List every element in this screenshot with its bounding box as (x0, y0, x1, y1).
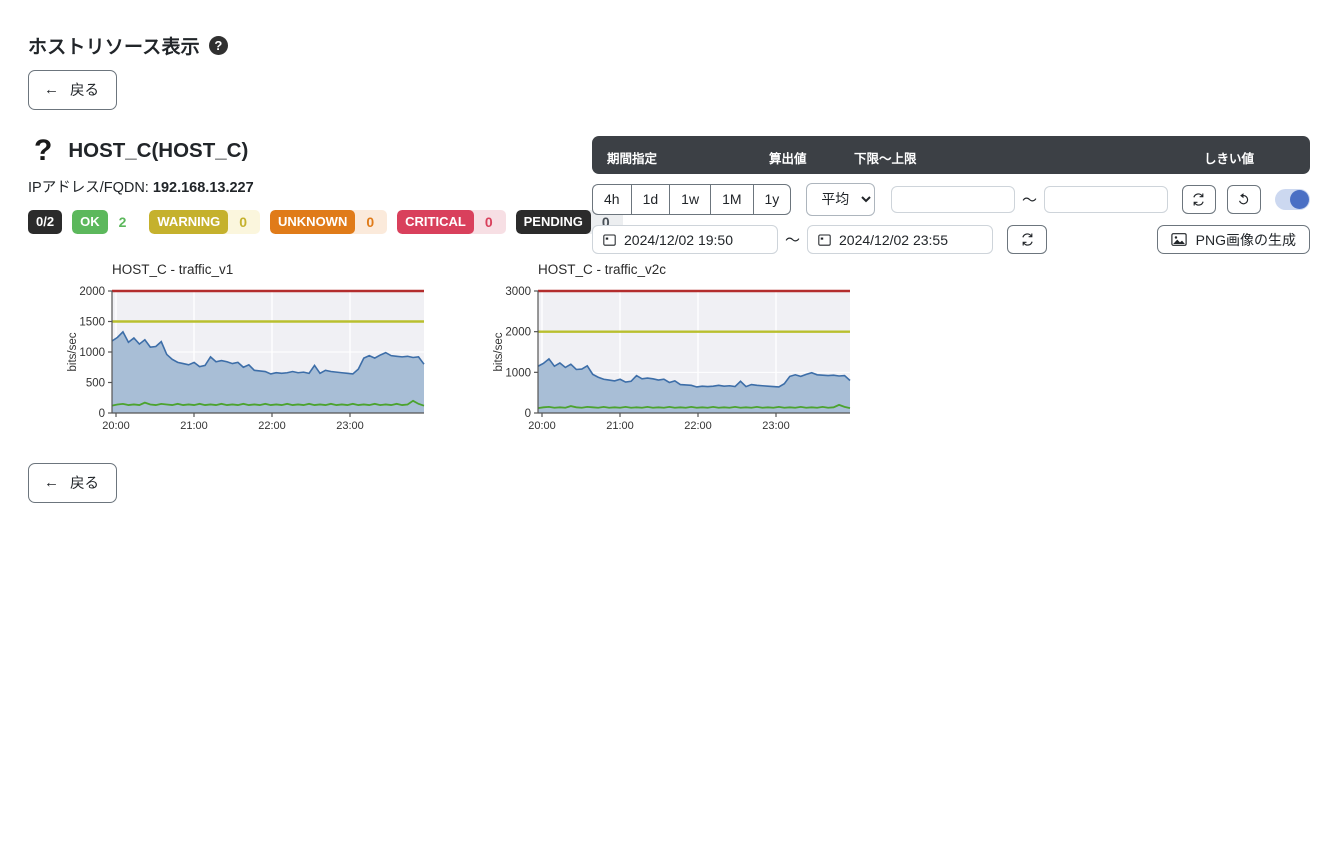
limit-lower-input[interactable] (890, 186, 1015, 213)
chart-title: HOST_C - traffic_v2c (538, 262, 667, 277)
refresh-button[interactable] (1182, 185, 1216, 214)
date-from-input[interactable]: 2024/12/02 19:50 (592, 225, 778, 254)
status-ratio-value: 0/2 (36, 214, 55, 229)
undo-icon (1239, 193, 1249, 205)
host-ip-row: IPアドレス/FQDN: 192.168.13.227 (28, 176, 254, 197)
status-warning-label: WARNING (149, 210, 229, 234)
host-ip-value: 192.168.13.227 (152, 180, 254, 196)
threshold-toggle[interactable] (1274, 189, 1311, 210)
host-heading: ? HOST_C(HOST_C) (28, 136, 248, 166)
refresh-icon (1193, 193, 1205, 206)
status-badge-warning[interactable]: WARNING 0 (149, 210, 261, 234)
date-from-value: 2024/12/02 19:50 (624, 231, 733, 248)
arrow-left-icon: ← (44, 81, 59, 98)
chart-title: HOST_C - traffic_v1 (112, 262, 234, 277)
svg-text:2000: 2000 (505, 327, 531, 339)
header-label-calc-value: 算出値 (769, 152, 807, 166)
calc-value-select[interactable]: 平均 (806, 183, 875, 216)
status-badge-ok[interactable]: OK 2 (72, 210, 139, 234)
time-range-1d[interactable]: 1d (630, 184, 670, 215)
page-title: ホストリソース表示 (28, 37, 200, 58)
status-ok-label: OK (72, 210, 108, 234)
status-badges: 0/2 OK 2 WARNING 0 UNKNOWN 0 CRITICAL 0 … (28, 210, 633, 234)
status-pending-label: PENDING (515, 210, 591, 234)
refresh-icon (1021, 233, 1033, 246)
back-button-top[interactable]: ← 戻る (28, 70, 117, 110)
date-refresh-button[interactable] (1007, 225, 1048, 254)
generate-png-label: PNG画像の生成 (1195, 231, 1296, 248)
svg-text:3000: 3000 (505, 286, 531, 298)
control-row-dates: 2024/12/02 19:50 〜 2024/12/02 23:55 PNG画… (592, 225, 1310, 254)
reset-button[interactable] (1226, 185, 1261, 214)
limit-separator: 〜 (1021, 192, 1037, 209)
chart-canvas: 0 1000 2000 3000 20:00 21:00 22:00 23:00 bits/se… (493, 286, 851, 432)
svg-text:22:00: 22:00 (684, 420, 712, 432)
back-button-bottom[interactable]: ← 戻る (28, 463, 117, 503)
header-label-period: 期間指定 (607, 152, 658, 166)
image-icon (1170, 233, 1187, 246)
chart-traffic-v2c: HOST_C - traffic_v2c 0 1000 2000 3000 20:00 2… (488, 262, 858, 456)
status-critical-label: CRITICAL (397, 210, 474, 234)
date-to-value: 2024/12/02 23:55 (839, 231, 949, 248)
status-badge-unknown[interactable]: UNKNOWN 0 (270, 210, 388, 234)
back-button-label: 戻る (70, 83, 99, 99)
svg-text:bits/sec: bits/sec (493, 332, 505, 371)
calendar-icon (603, 234, 616, 246)
control-panel-header: 期間指定 算出値 下限〜上限 しきい値 (592, 136, 1310, 174)
header-label-threshold: しきい値 (1204, 152, 1255, 166)
header-label-lower-upper: 下限〜上限 (854, 152, 917, 166)
svg-text:23:00: 23:00 (336, 420, 364, 432)
status-critical-count: 0 (484, 214, 493, 230)
time-range-1M[interactable]: 1M (710, 184, 753, 215)
status-unknown-label: UNKNOWN (270, 210, 356, 234)
status-ok-count: 2 (118, 214, 127, 230)
svg-text:0: 0 (525, 408, 531, 420)
svg-text:1000: 1000 (79, 347, 105, 359)
control-row-primary: 4h 1d 1w 1M 1y 平均 〜 (592, 183, 1311, 216)
svg-text:20:00: 20:00 (528, 420, 556, 432)
svg-text:bits/sec: bits/sec (67, 332, 79, 371)
arrow-left-icon: ← (44, 474, 59, 491)
time-range-4h[interactable]: 4h (592, 184, 631, 215)
status-badge-ratio: 0/2 (28, 210, 63, 234)
threshold-toggle-knob (1290, 190, 1310, 209)
time-range-group: 4h 1d 1w 1M 1y (592, 184, 792, 215)
generate-png-button[interactable]: PNG画像の生成 (1156, 225, 1310, 254)
time-range-1y[interactable]: 1y (752, 184, 792, 215)
host-state-icon: ? (34, 134, 53, 167)
page-header: ホストリソース表示 ? (28, 32, 228, 59)
svg-text:2000: 2000 (79, 286, 105, 298)
svg-text:1000: 1000 (505, 367, 531, 379)
date-separator: 〜 (785, 232, 801, 249)
host-ip-label: IPアドレス/FQDN: (28, 180, 149, 196)
page-root: ホストリソース表示 ? ← 戻る ? HOST_C(HOST_C) IPアドレス… (0, 0, 1329, 863)
chart-canvas: 0 500 1000 1500 2000 20:00 21:00 22:00 23:00 bits… (67, 286, 425, 432)
svg-text:0: 0 (99, 408, 105, 420)
calendar-icon (818, 234, 831, 246)
control-panel: 期間指定 算出値 下限〜上限 しきい値 4h 1d 1w 1M 1y 平均 〜 (592, 136, 1311, 254)
status-unknown-count: 0 (366, 214, 375, 230)
limit-upper-input[interactable] (1044, 186, 1168, 213)
status-warning-count: 0 (239, 214, 248, 230)
chart-traffic-v1: HOST_C - traffic_v1 0 500 1000 1500 2000 20:0… (62, 262, 432, 456)
svg-text:21:00: 21:00 (180, 420, 208, 432)
question-circle-icon[interactable]: ? (208, 36, 228, 55)
svg-text:21:00: 21:00 (606, 420, 634, 432)
svg-text:23:00: 23:00 (762, 420, 790, 432)
svg-text:20:00: 20:00 (102, 420, 130, 432)
status-badge-critical[interactable]: CRITICAL 0 (397, 210, 506, 234)
svg-text:1500: 1500 (79, 317, 105, 329)
svg-text:22:00: 22:00 (258, 420, 286, 432)
back-button-label: 戻る (70, 476, 99, 492)
svg-text:500: 500 (86, 378, 105, 390)
date-to-input[interactable]: 2024/12/02 23:55 (807, 225, 994, 254)
host-name: HOST_C(HOST_C) (68, 139, 249, 162)
time-range-1w[interactable]: 1w (669, 184, 711, 215)
